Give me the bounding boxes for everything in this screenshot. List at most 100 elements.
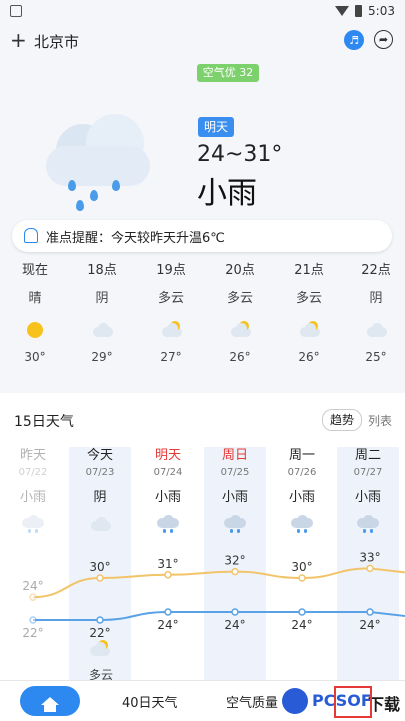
rain-icon bbox=[224, 515, 246, 533]
highlight-box bbox=[334, 686, 372, 718]
low-temp-label: 24° bbox=[224, 618, 245, 632]
high-temp-point bbox=[164, 571, 172, 579]
rain-cloud-icon bbox=[46, 112, 156, 212]
day-condition: 小雨 bbox=[19, 490, 46, 505]
hour-label: 20点 bbox=[225, 263, 255, 278]
high-temp-point bbox=[366, 564, 374, 573]
reminder-bar[interactable]: 准点提醒：今天较昨天升温6℃ bbox=[12, 220, 392, 252]
tomorrow-badge: 明天 bbox=[198, 117, 234, 137]
day-name: 周日 bbox=[221, 448, 248, 463]
header: + 北京市 ♬ ➦ bbox=[0, 24, 405, 58]
hour-condition: 阴 bbox=[369, 291, 383, 306]
battery-icon bbox=[355, 5, 363, 17]
low-temp-label: 24° bbox=[359, 618, 380, 632]
partly-cloudy-icon bbox=[160, 321, 182, 337]
hourly-item: 现在 晴 30° bbox=[5, 262, 65, 364]
watermark-suffix: 下载 bbox=[368, 695, 401, 714]
cloud-icon bbox=[89, 517, 111, 531]
hour-temp: 26° bbox=[298, 350, 320, 364]
day-condition: 小雨 bbox=[354, 490, 381, 505]
cloud-icon bbox=[365, 323, 387, 337]
hour-condition: 晴 bbox=[28, 291, 42, 306]
temperature-trend-chart: 24° 30° 31° 32° 30° 33° 22° 22° 24° 24° 24° 24° bbox=[22, 550, 405, 640]
hourly-item: 21点 多云 26° bbox=[279, 262, 339, 364]
day-date: 07/26 bbox=[287, 467, 317, 478]
day-date: 07/25 bbox=[220, 467, 250, 478]
hour-label: 现在 bbox=[21, 263, 48, 278]
status-time: 5:03 bbox=[368, 4, 395, 18]
city-name[interactable]: 北京市 bbox=[34, 31, 79, 52]
low-temp-point bbox=[366, 608, 374, 616]
high-temp-label: 31° bbox=[157, 557, 178, 571]
hour-condition: 多云 bbox=[157, 291, 184, 306]
low-temp-line bbox=[32, 611, 405, 621]
share-button[interactable]: ➦ bbox=[374, 30, 393, 49]
low-temp-point bbox=[96, 616, 104, 624]
list-toggle[interactable]: 列表 bbox=[368, 412, 392, 429]
low-temp-point bbox=[231, 608, 239, 616]
night-partly-cloudy-icon bbox=[88, 640, 112, 660]
high-temp-point bbox=[231, 567, 239, 576]
home-tab[interactable] bbox=[20, 686, 80, 716]
high-temp-point bbox=[96, 574, 104, 582]
low-temp-label: 24° bbox=[157, 618, 178, 632]
speaker-icon: ♬ bbox=[349, 33, 359, 47]
hourly-item: 22点 阴 25° bbox=[346, 262, 405, 364]
rain-icon bbox=[22, 515, 44, 533]
high-temp-label: 32° bbox=[224, 554, 245, 568]
hour-condition: 多云 bbox=[295, 291, 322, 306]
rain-icon bbox=[357, 515, 379, 533]
day-condition: 阴 bbox=[93, 490, 107, 505]
trend-toggle[interactable]: 趋势 bbox=[322, 409, 362, 431]
day-name: 今天 bbox=[86, 448, 113, 463]
low-temp-point bbox=[298, 608, 306, 616]
low-temp-label: 22° bbox=[89, 626, 110, 640]
day-condition: 小雨 bbox=[288, 490, 315, 505]
hourly-forecast[interactable]: 现在 晴 30° 18点 阴 29° 19点 多云 27° 20点 多云 26°… bbox=[0, 262, 405, 380]
hour-temp: 25° bbox=[365, 350, 387, 364]
day-date: 07/24 bbox=[153, 467, 183, 478]
day-name: 周二 bbox=[354, 448, 381, 463]
hour-label: 22点 bbox=[361, 263, 391, 278]
rain-icon bbox=[157, 515, 179, 533]
day-date: 07/22 bbox=[18, 467, 48, 478]
cloud-icon bbox=[91, 323, 113, 337]
speaker-button[interactable]: ♬ bbox=[344, 30, 364, 50]
watermark-logo-icon bbox=[282, 688, 308, 714]
home-icon bbox=[41, 697, 59, 712]
day-name: 明天 bbox=[154, 448, 181, 463]
sim-icon bbox=[10, 5, 22, 17]
bell-icon bbox=[24, 228, 38, 243]
high-temp-point bbox=[29, 593, 37, 601]
rain-icon bbox=[291, 515, 313, 533]
partly-cloudy-icon bbox=[298, 321, 320, 337]
day-name: 昨天 bbox=[19, 448, 46, 463]
hour-temp: 27° bbox=[160, 350, 182, 364]
hour-temp: 26° bbox=[229, 350, 251, 364]
wifi-icon bbox=[335, 6, 350, 16]
low-temp-label: 24° bbox=[291, 618, 312, 632]
day-date: 07/23 bbox=[85, 467, 115, 478]
hourly-item: 18点 阴 29° bbox=[72, 262, 132, 364]
high-temp-label: 33° bbox=[359, 550, 380, 564]
hourly-item: 20点 多云 26° bbox=[210, 262, 270, 364]
day-date: 07/27 bbox=[353, 467, 383, 478]
day-condition: 小雨 bbox=[221, 490, 248, 505]
share-icon: ➦ bbox=[378, 33, 389, 46]
hour-label: 19点 bbox=[156, 263, 186, 278]
forecast-title: 15日天气 bbox=[14, 414, 74, 430]
hour-temp: 29° bbox=[91, 350, 113, 364]
sun-icon bbox=[27, 322, 43, 338]
tab-air-quality[interactable]: 空气质量 bbox=[226, 692, 278, 711]
high-temp-label: 24° bbox=[22, 579, 43, 593]
status-bar: 5:03 bbox=[0, 0, 405, 24]
low-temp-label: 22° bbox=[22, 626, 43, 640]
tab-40-day[interactable]: 40日天气 bbox=[122, 692, 178, 711]
aqi-badge[interactable]: 空气优 32 bbox=[197, 64, 259, 82]
high-temp-label: 30° bbox=[291, 560, 312, 574]
add-city-button[interactable]: + bbox=[10, 28, 27, 52]
high-temp-point bbox=[298, 574, 306, 582]
low-temp-point bbox=[29, 616, 37, 624]
hour-temp: 30° bbox=[24, 350, 46, 364]
high-temp-label: 30° bbox=[89, 560, 110, 574]
